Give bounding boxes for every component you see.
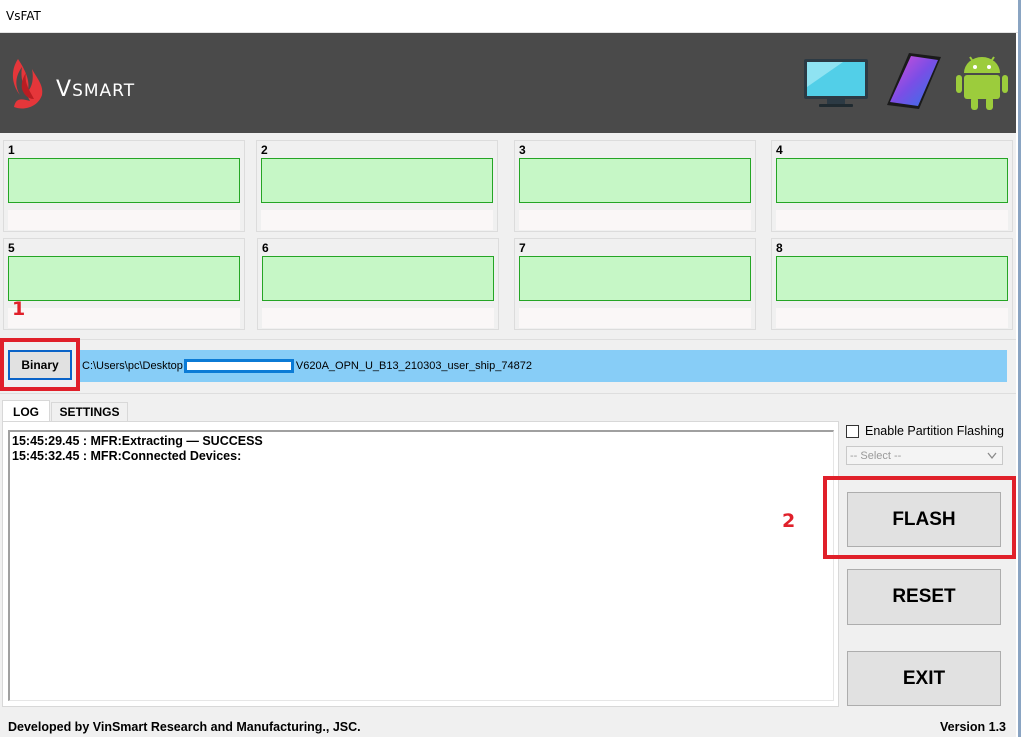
device-slot-2: 2 <box>256 140 498 232</box>
annotation-marker-2: 2 <box>782 510 796 532</box>
device-slot-8: 8 <box>771 238 1013 330</box>
device-slot-5: 5 <box>3 238 245 330</box>
android-icon <box>956 56 1008 110</box>
log-line: 15:45:32.45 : MFR:Connected Devices: <box>12 449 242 463</box>
annotation-box-binary <box>0 338 80 391</box>
binary-path-field[interactable]: C:\Users\pc\Desktop V620A_OPN_U_B13_2103… <box>79 350 1007 382</box>
log-line: 15:45:29.45 : MFR:Extracting — SUCCESS <box>12 434 263 448</box>
slot-number: 5 <box>8 241 15 255</box>
title-bar: VsFAT <box>0 0 1021 33</box>
slot-status-bar <box>519 256 751 301</box>
log-panel: 15:45:29.45 : MFR:Extracting — SUCCESS 1… <box>2 421 839 707</box>
slot-number: 6 <box>262 241 269 255</box>
slot-number: 8 <box>776 241 783 255</box>
slot-status-bar <box>8 256 240 301</box>
redacted-path-segment <box>183 359 294 373</box>
brand-initial: V <box>56 77 73 102</box>
slot-status-bar <box>519 158 751 203</box>
tab-log[interactable]: LOG <box>2 400 50 422</box>
version-label: Version 1.3 <box>939 720 1006 734</box>
enable-partition-checkbox[interactable] <box>846 424 859 438</box>
lower-panel: LOG SETTINGS 15:45:29.45 : MFR:Extractin… <box>0 394 1016 737</box>
enable-partition-option[interactable]: Enable Partition Flashing <box>846 424 1004 438</box>
slot-info <box>8 308 240 328</box>
device-slot-1: 1 <box>3 140 245 232</box>
vsmart-wordmark: VSMART <box>56 77 135 102</box>
developer-credit: Developed by VinSmart Research and Manuf… <box>8 720 361 734</box>
vsmart-flame-icon <box>12 59 43 109</box>
exit-button[interactable]: EXIT <box>847 651 1001 706</box>
slot-number: 7 <box>519 241 526 255</box>
annotation-marker-1: 1 <box>12 298 26 320</box>
log-output[interactable]: 15:45:29.45 : MFR:Extracting — SUCCESS 1… <box>8 430 834 701</box>
slot-status-bar <box>776 256 1008 301</box>
device-slot-4: 4 <box>771 140 1013 232</box>
device-slot-6: 6 <box>257 238 499 330</box>
enable-partition-label: Enable Partition Flashing <box>865 424 1004 438</box>
slot-info <box>261 210 493 230</box>
path-prefix: C:\Users\pc\Desktop <box>82 360 183 372</box>
smartphone-icon <box>887 53 941 109</box>
window-title: VsFAT <box>6 9 41 23</box>
slot-status-bar <box>776 158 1008 203</box>
partition-select[interactable]: -- Select -- <box>846 446 1003 465</box>
slot-info <box>776 308 1008 328</box>
slot-info <box>519 210 751 230</box>
reset-button[interactable]: RESET <box>847 569 1001 625</box>
tab-settings[interactable]: SETTINGS <box>51 402 128 422</box>
slot-number: 1 <box>8 143 15 157</box>
brand-rest: SMART <box>72 81 136 101</box>
binary-row: Binary C:\Users\pc\Desktop V620A_OPN_U_B… <box>0 339 1016 394</box>
header-banner: VSMART <box>0 33 1016 133</box>
path-suffix: V620A_OPN_U_B13_210303_user_ship_74872 <box>295 360 532 372</box>
slot-status-bar <box>8 158 240 203</box>
slot-status-bar <box>261 158 493 203</box>
device-slot-7: 7 <box>514 238 756 330</box>
partition-select-value: -- Select -- <box>850 449 902 462</box>
device-slots: 1 2 3 4 5 6 7 8 <box>0 133 1016 339</box>
annotation-box-flash <box>823 476 1016 559</box>
slot-info <box>519 308 751 328</box>
slot-number: 2 <box>261 143 268 157</box>
slot-info <box>776 210 1008 230</box>
slot-number: 3 <box>519 143 526 157</box>
monitor-icon <box>804 59 868 107</box>
chevron-down-icon <box>987 452 997 460</box>
slot-number: 4 <box>776 143 783 157</box>
slot-status-bar <box>262 256 494 301</box>
slot-info <box>262 308 494 328</box>
slot-info <box>8 210 240 230</box>
device-slot-3: 3 <box>514 140 756 232</box>
